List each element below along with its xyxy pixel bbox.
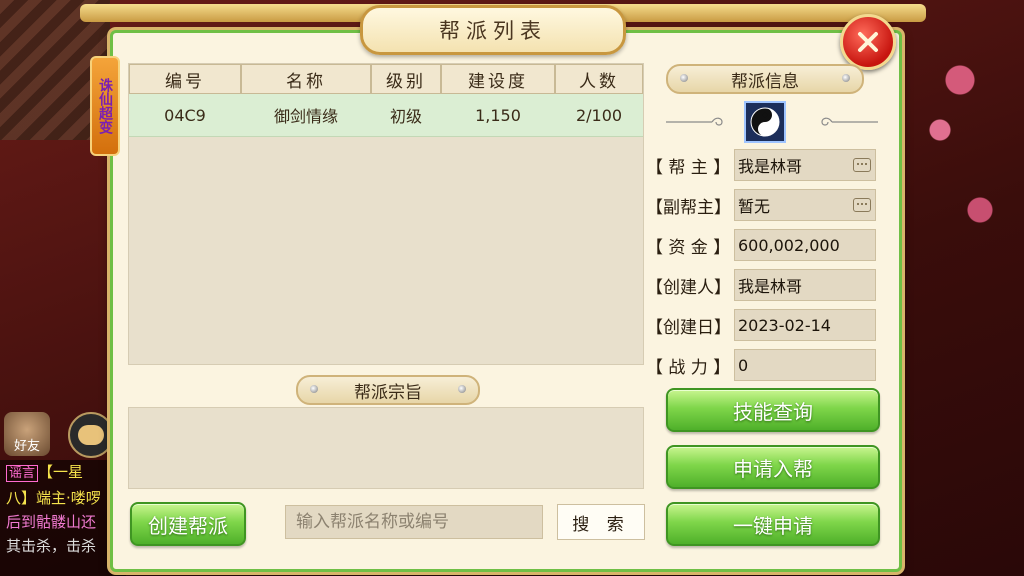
search-button[interactable]: 搜 索	[557, 504, 645, 540]
create-gang-button[interactable]: 创建帮派	[130, 502, 246, 546]
decor-dot	[458, 385, 466, 393]
apply-join-button[interactable]: 申请入帮	[666, 445, 880, 489]
info-value: 暂无	[734, 189, 876, 221]
chat-channel-tag: 谣言	[6, 465, 39, 482]
purpose-title: 帮派宗旨	[354, 382, 422, 403]
chat-line: 其击杀，击杀	[6, 537, 97, 555]
info-label: 【副帮主】	[646, 197, 731, 218]
decor-dot	[842, 74, 850, 82]
cell-level: 初级	[389, 107, 422, 126]
info-label: 【 资 金 】	[646, 237, 731, 258]
dialog-title-plate: 帮派列表	[360, 5, 626, 55]
purpose-title-plate: 帮派宗旨	[296, 375, 480, 405]
cell-name: 御剑情缘	[273, 107, 338, 126]
gang-table: 编号 名称 级别 建设度 人数 04C9 御剑情缘 初级 1,150 2/100	[128, 63, 644, 365]
skill-query-button[interactable]: 技能查询	[666, 388, 880, 432]
dialog-title: 帮派列表	[439, 19, 547, 43]
decor-dot	[680, 74, 688, 82]
chat-bubble-icon	[78, 425, 104, 445]
decor-swirl-left	[666, 117, 723, 126]
close-button[interactable]	[840, 14, 896, 70]
info-value: 0	[734, 349, 876, 381]
close-icon	[858, 32, 878, 52]
info-label: 【创建人】	[646, 277, 731, 298]
search-input[interactable]	[285, 505, 543, 539]
column-header-level: 级别	[371, 64, 441, 94]
cell-id: 04C9	[164, 105, 206, 125]
decor-swirl-right	[821, 117, 878, 126]
chat-line: 后到骷髅山还	[6, 513, 97, 531]
info-label: 【 战 力 】	[646, 357, 731, 378]
column-header-members: 人数	[555, 64, 643, 94]
table-header: 编号 名称 级别 建设度 人数	[129, 64, 643, 94]
cell-members: 2/100	[575, 105, 623, 125]
chat-line: 谣言 【一星	[6, 460, 126, 486]
table-row[interactable]: 04C9 御剑情缘 初级 1,150 2/100	[129, 94, 643, 137]
message-icon[interactable]	[853, 158, 871, 172]
chat-log: 谣言 【一星 八】端主·喽啰 后到骷髅山还 其击杀，击杀	[0, 460, 126, 576]
side-tab-server[interactable]: 诛仙超变	[90, 56, 120, 156]
column-header-id: 编号	[129, 64, 241, 94]
chat-line: 八】端主·喽啰	[6, 489, 101, 507]
info-label: 【 帮 主 】	[646, 157, 731, 178]
vice-leader-name: 暂无	[738, 197, 771, 216]
chat-text: 【一星	[38, 463, 84, 481]
info-value: 我是林哥	[734, 149, 876, 181]
purpose-text-box	[128, 407, 644, 489]
gang-emblem	[744, 101, 786, 143]
one-click-apply-button[interactable]: 一键申请	[666, 502, 880, 546]
info-value: 2023-02-14	[734, 309, 876, 341]
info-value: 我是林哥	[734, 269, 876, 301]
info-label: 【创建日】	[646, 317, 731, 338]
chat-button[interactable]	[68, 412, 114, 458]
yin-yang-icon	[750, 107, 780, 137]
message-icon[interactable]	[853, 198, 871, 212]
column-header-name: 名称	[241, 64, 371, 94]
info-value: 600,002,000	[734, 229, 876, 261]
friend-button[interactable]: 好友	[4, 412, 50, 456]
column-header-construction: 建设度	[441, 64, 555, 94]
decor-dot	[310, 385, 318, 393]
friend-label: 好友	[13, 439, 40, 454]
info-title-plate: 帮派信息	[666, 64, 864, 94]
info-title: 帮派信息	[731, 71, 799, 92]
cell-construction: 1,150	[475, 105, 521, 125]
leader-name: 我是林哥	[738, 157, 803, 176]
